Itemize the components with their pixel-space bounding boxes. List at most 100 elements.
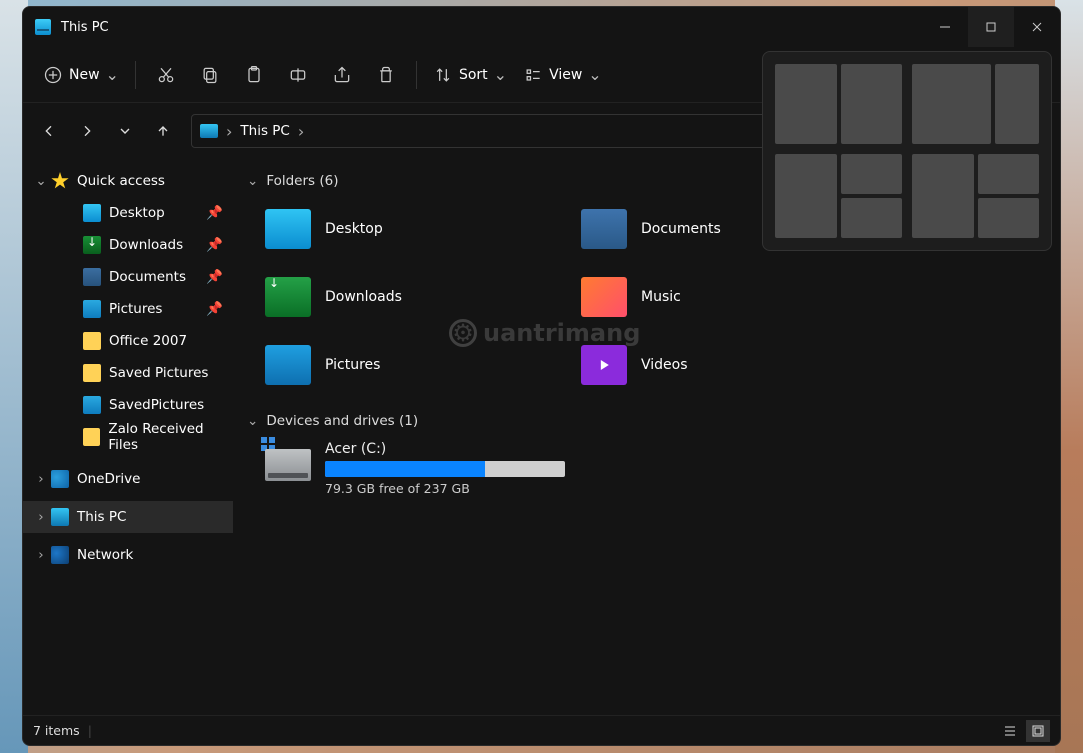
- minimize-button[interactable]: [922, 7, 968, 47]
- snap-layout-half[interactable]: [775, 64, 902, 144]
- sidebar-item-documents[interactable]: Documents 📌: [23, 261, 233, 293]
- folder-label: Music: [641, 289, 681, 305]
- sidebar-label: SavedPictures: [109, 397, 204, 413]
- documents-icon: [581, 209, 627, 249]
- chevron-right-icon[interactable]: ›: [33, 509, 49, 525]
- chevron-right-icon[interactable]: ›: [33, 471, 49, 487]
- view-label: View: [549, 67, 582, 83]
- snap-layout-threesplit[interactable]: [912, 154, 1039, 238]
- folder-icon: [83, 332, 101, 350]
- maximize-button[interactable]: [968, 7, 1014, 47]
- sidebar-item-desktop[interactable]: Desktop 📌: [23, 197, 233, 229]
- folder-label: Downloads: [325, 289, 402, 305]
- pictures-icon: [265, 345, 311, 385]
- documents-icon: [83, 268, 101, 286]
- new-label: New: [69, 67, 100, 83]
- sort-label: Sort: [459, 67, 488, 83]
- sidebar-item-downloads[interactable]: Downloads 📌: [23, 229, 233, 261]
- snap-layout-twothirds[interactable]: [912, 64, 1039, 144]
- copy-button[interactable]: [190, 55, 230, 95]
- sort-button[interactable]: Sort ⌄: [427, 55, 513, 95]
- group-label: Devices and drives (1): [266, 413, 418, 429]
- sidebar-label: Quick access: [77, 173, 165, 189]
- sidebar-label: Network: [77, 547, 133, 563]
- sidebar-quick-access[interactable]: ⌄ Quick access: [23, 165, 233, 197]
- titlebar: This PC: [23, 7, 1060, 47]
- this-pc-icon: [35, 19, 51, 35]
- sidebar-label: OneDrive: [77, 471, 140, 487]
- chevron-right-icon[interactable]: ›: [33, 547, 49, 563]
- window-controls: [922, 7, 1060, 47]
- drive-c[interactable]: Acer (C:) 79.3 GB free of 237 GB: [265, 441, 1046, 496]
- chevron-down-icon[interactable]: ⌄: [33, 173, 49, 189]
- chevron-down-icon: ⌄: [588, 65, 601, 84]
- folder-desktop[interactable]: Desktop: [265, 201, 575, 257]
- folder-videos[interactable]: Videos: [581, 337, 891, 393]
- sidebar-this-pc[interactable]: › This PC: [23, 501, 233, 533]
- delete-button[interactable]: [366, 55, 406, 95]
- downloads-icon: [265, 277, 311, 317]
- breadcrumb[interactable]: This PC: [240, 123, 289, 139]
- sidebar-item-zalo[interactable]: Zalo Received Files: [23, 421, 233, 453]
- sidebar-label: Office 2007: [109, 333, 187, 349]
- folder-music[interactable]: Music: [581, 269, 891, 325]
- navigation-pane: ⌄ Quick access Desktop 📌 Downloads 📌 Doc…: [23, 159, 233, 715]
- close-button[interactable]: [1014, 7, 1060, 47]
- folder-icon: [83, 364, 101, 382]
- pin-icon: 📌: [206, 269, 223, 285]
- back-button[interactable]: [31, 113, 67, 149]
- drive-free-text: 79.3 GB free of 237 GB: [325, 481, 565, 496]
- disk-icon: [265, 449, 311, 481]
- onedrive-icon: [51, 470, 69, 488]
- chevron-right-icon: ›: [226, 122, 232, 141]
- network-icon: [51, 546, 69, 564]
- pin-icon: 📌: [206, 301, 223, 317]
- file-explorer-window: This PC New ⌄ Sort: [22, 6, 1061, 746]
- chevron-down-icon: ⌄: [106, 65, 119, 84]
- chevron-down-icon: ⌄: [247, 413, 258, 429]
- thumbnails-view-button[interactable]: [1026, 720, 1050, 742]
- folder-label: Documents: [641, 221, 721, 237]
- folder-label: Pictures: [325, 357, 380, 373]
- status-bar: 7 items |: [23, 715, 1060, 745]
- cut-button[interactable]: [146, 55, 186, 95]
- sidebar-item-office[interactable]: Office 2007: [23, 325, 233, 357]
- new-button[interactable]: New ⌄: [37, 55, 125, 95]
- sidebar-network[interactable]: › Network: [23, 539, 233, 571]
- view-button[interactable]: View ⌄: [517, 55, 608, 95]
- pictures-icon: [83, 396, 101, 414]
- sidebar-item-saved-pictures[interactable]: Saved Pictures: [23, 357, 233, 389]
- sidebar-label: Zalo Received Files: [108, 421, 233, 453]
- sidebar-label: This PC: [77, 509, 126, 525]
- status-items: 7 items: [33, 723, 80, 738]
- drive-usage-fill: [325, 461, 485, 477]
- recent-dropdown[interactable]: [107, 113, 143, 149]
- paste-button[interactable]: [234, 55, 274, 95]
- videos-icon: [581, 345, 627, 385]
- snap-layout-three[interactable]: [775, 154, 902, 238]
- separator: [416, 61, 417, 89]
- details-view-button[interactable]: [998, 720, 1022, 742]
- rename-button[interactable]: [278, 55, 318, 95]
- chevron-down-icon: ⌄: [494, 65, 507, 84]
- star-icon: [51, 172, 69, 190]
- folder-pictures[interactable]: Pictures: [265, 337, 575, 393]
- chevron-down-icon: ⌄: [247, 173, 258, 189]
- share-button[interactable]: [322, 55, 362, 95]
- sidebar-item-pictures[interactable]: Pictures 📌: [23, 293, 233, 325]
- folder-label: Videos: [641, 357, 688, 373]
- pictures-icon: [83, 300, 101, 318]
- sidebar-onedrive[interactable]: › OneDrive: [23, 463, 233, 495]
- group-header-drives[interactable]: ⌄ Devices and drives (1): [247, 413, 1046, 429]
- forward-button[interactable]: [69, 113, 105, 149]
- folder-downloads[interactable]: Downloads: [265, 269, 575, 325]
- sidebar-item-savedpictures[interactable]: SavedPictures: [23, 389, 233, 421]
- pin-icon: 📌: [206, 205, 223, 221]
- drive-icon: [265, 441, 311, 481]
- drive-usage-bar: [325, 461, 565, 477]
- this-pc-icon: [200, 124, 218, 138]
- sidebar-label: Desktop: [109, 205, 165, 221]
- up-button[interactable]: [145, 113, 181, 149]
- sidebar-label: Saved Pictures: [109, 365, 208, 381]
- drive-name: Acer (C:): [325, 441, 565, 457]
